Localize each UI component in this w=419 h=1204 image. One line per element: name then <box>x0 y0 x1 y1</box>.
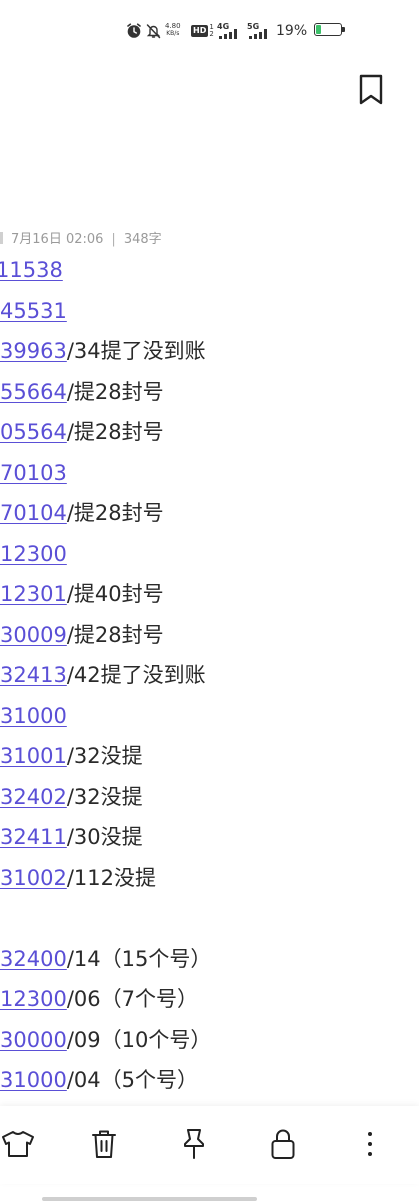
note-line: 05564/提28封号 <box>0 412 419 453</box>
net-speed-value: 4.80 <box>165 22 181 30</box>
signal-bars-icon <box>249 29 267 39</box>
note-line-link[interactable]: 31000 <box>0 1068 67 1092</box>
note-line: 12301/提40封号 <box>0 574 419 615</box>
trash-icon <box>92 1130 116 1158</box>
note-line: 12300 <box>0 534 419 575</box>
word-count: 348字 <box>123 232 162 247</box>
note-line-link[interactable]: 31000 <box>0 704 67 728</box>
note-line: 45531 <box>0 291 419 332</box>
note-line: 30009/提28封号 <box>0 615 419 656</box>
mute-icon <box>146 24 161 39</box>
note-line-text: /32没提 <box>66 784 143 809</box>
status-bar: 4.80 KB/s HD 12 4G 5G 19% <box>0 0 419 62</box>
more-icon <box>368 1132 372 1156</box>
note-line: 32411/30没提 <box>0 817 419 858</box>
note-line-text: /14（15个号） <box>66 946 212 971</box>
bookmark-button[interactable] <box>356 73 386 107</box>
note-line-link[interactable]: 70103 <box>0 461 67 485</box>
note-line: 31000 <box>0 696 419 737</box>
pin-button[interactable] <box>176 1124 212 1164</box>
note-line-link[interactable]: 31002 <box>0 866 67 890</box>
note-line-link[interactable]: 12300 <box>0 542 67 566</box>
note-line: 31002/112没提 <box>0 858 419 899</box>
note-line-link[interactable]: 32400 <box>0 947 67 971</box>
pin-icon <box>184 1129 204 1159</box>
bookmark-icon <box>359 74 383 105</box>
note-line: 11538 <box>0 250 419 291</box>
note-line-text: /提28封号 <box>66 622 164 647</box>
hd-label: HD <box>191 25 209 37</box>
note-line: 55664/提28封号 <box>0 372 419 413</box>
meta-tick <box>0 232 3 244</box>
sim1-signal: 4G <box>217 22 243 40</box>
note-line-link[interactable]: 11538 <box>0 258 63 282</box>
bottom-toolbar <box>0 1106 419 1184</box>
note-line: 70103 <box>0 453 419 494</box>
note-line-text: /04（5个号） <box>66 1068 198 1092</box>
note-line-text: /42提了没到账 <box>66 663 206 687</box>
sim2-signal: 5G <box>247 22 273 40</box>
lock-icon <box>271 1129 295 1159</box>
note-line-link[interactable]: 30009 <box>0 623 67 647</box>
net-speed-unit: KB/s <box>166 30 180 37</box>
note-line: 30000/09（10个号） <box>0 1020 419 1061</box>
note-line-text: /提28封号 <box>66 420 164 444</box>
battery-icon <box>314 23 346 38</box>
note-line-text: /提28封号 <box>66 379 164 404</box>
net-speed: 4.80 KB/s <box>165 22 181 38</box>
battery-percent: 19% <box>276 23 308 39</box>
home-indicator[interactable] <box>42 1197 257 1201</box>
note-line-link[interactable]: 32411 <box>0 825 67 849</box>
alarm-icon <box>127 23 141 38</box>
note-line-text: /112没提 <box>66 865 156 890</box>
note-line-text: /30没提 <box>66 825 143 849</box>
delete-button[interactable] <box>86 1124 122 1164</box>
note-line-text: /34提了没到账 <box>66 339 206 363</box>
note-line-link[interactable]: 39963 <box>0 339 67 363</box>
note-line: 70104/提28封号 <box>0 493 419 534</box>
more-button[interactable] <box>352 1124 388 1164</box>
note-line: 31001/32没提 <box>0 736 419 777</box>
note-content[interactable]: 11538 45531 39963/34提了没到账 55664/提28封号 05564/… <box>0 250 419 1101</box>
note-page: 4.80 KB/s HD 12 4G 5G 19% 7月16日 02:06 | … <box>0 0 419 1204</box>
note-line-link[interactable]: 05564 <box>0 420 67 444</box>
note-line-link[interactable]: 31001 <box>0 744 67 768</box>
note-line: 32400/14（15个号） <box>0 939 419 980</box>
note-line: 32402/32没提 <box>0 777 419 818</box>
note-line-link[interactable]: 55664 <box>0 380 67 404</box>
hd-sub: 12 <box>209 23 214 38</box>
note-line-text: /06（7个号） <box>66 987 198 1011</box>
meta-separator: | <box>111 232 116 247</box>
theme-button[interactable] <box>0 1124 36 1164</box>
signal-bars-icon <box>219 29 237 39</box>
note-line-link[interactable]: 32402 <box>0 785 67 809</box>
lock-button[interactable] <box>265 1124 301 1164</box>
note-line-link[interactable]: 32413 <box>0 663 67 687</box>
note-meta: 7月16日 02:06 | 348字 <box>0 228 162 247</box>
note-line: 12300/06（7个号） <box>0 979 419 1020</box>
note-line-text: /提28封号 <box>66 501 164 525</box>
note-line-link[interactable]: 12300 <box>0 987 67 1011</box>
note-line-text: /09（10个号） <box>66 1027 212 1052</box>
note-line-text: /提40封号 <box>66 582 164 606</box>
note-line-link[interactable]: 45531 <box>0 299 67 323</box>
note-line: 31000/04（5个号） <box>0 1060 419 1101</box>
note-line-link[interactable]: 12301 <box>0 582 67 606</box>
note-line-text: /32没提 <box>66 744 143 768</box>
hd-badge: HD 12 <box>191 24 214 38</box>
battery-fill <box>316 25 321 34</box>
note-line: 39963/34提了没到账 <box>0 331 419 372</box>
note-line-link[interactable]: 70104 <box>0 501 67 525</box>
shirt-icon <box>2 1131 34 1157</box>
note-line: 32413/42提了没到账 <box>0 655 419 696</box>
note-date: 7月16日 02:06 <box>11 232 104 247</box>
note-line-link[interactable]: 30000 <box>0 1028 67 1052</box>
note-blank-line <box>0 898 419 939</box>
